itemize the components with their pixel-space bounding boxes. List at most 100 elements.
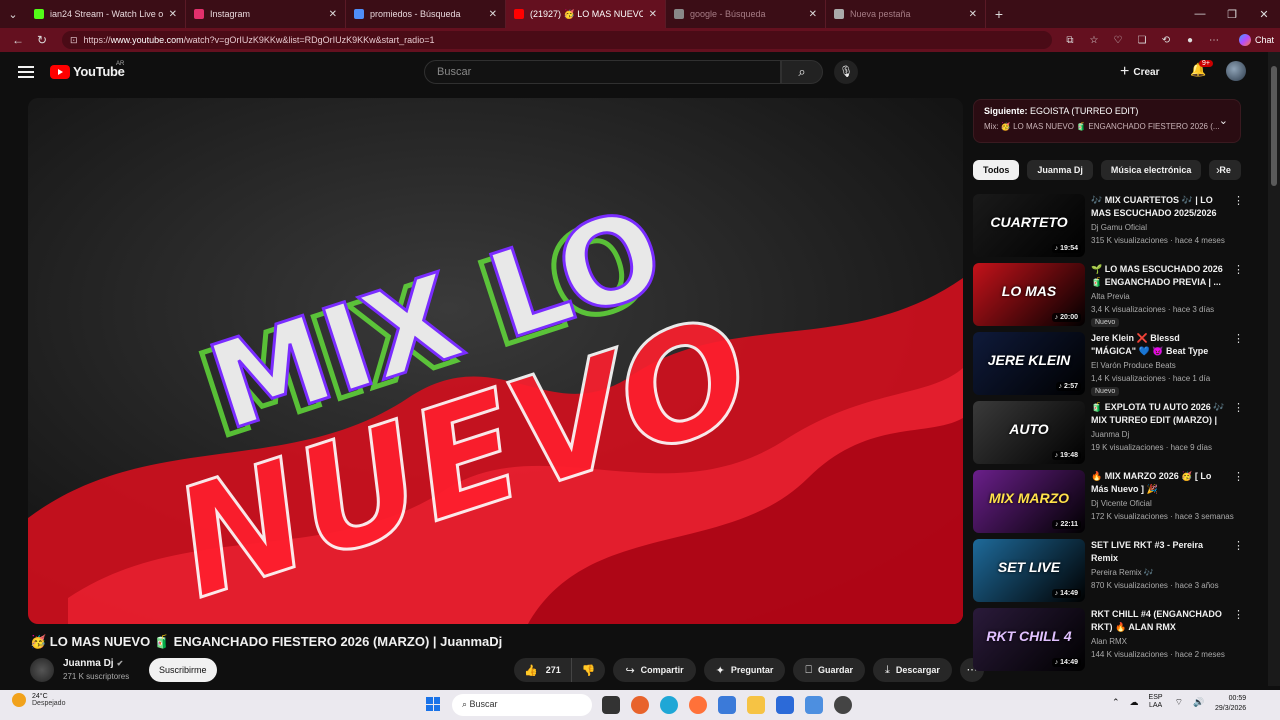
more-vert-icon[interactable]: ⋮ [1233,608,1244,621]
browser-tab[interactable]: (21927) 🥳 LO MAS NUEVO 🧃 ✕ [506,0,666,28]
outlook-icon[interactable] [805,696,823,714]
recommendation-channel[interactable]: Dj Vicente Oficial [1091,499,1152,508]
recommendation-item[interactable]: JERE KLEIN ♪ 2:57 Jere Klein ❌ Blessd "MÁG… [973,332,1244,398]
maximize-icon[interactable]: ❐ [1216,8,1248,21]
extensions-icon[interactable]: ⧉ [1058,35,1082,46]
firefox-icon[interactable] [631,696,649,714]
browser-tab[interactable]: promiedos - Búsqueda ✕ [346,0,506,28]
new-tab-button[interactable]: + [986,6,1012,22]
cloud-icon[interactable]: ☁ [1130,697,1139,708]
more-vert-icon[interactable]: ⋮ [1233,332,1244,345]
filter-chip[interactable]: Re [1209,160,1241,180]
settings-menu-icon[interactable]: ⋯ [1202,35,1226,46]
url-field[interactable]: ⊡ https://www.youtube.com/watch?v=gOrIUz… [62,31,1052,49]
favorites-icon[interactable]: ☆ [1082,35,1106,46]
search-button[interactable]: ⌕ [781,60,823,84]
video-thumbnail[interactable]: SET LIVE ♪ 14:49 [973,539,1085,602]
close-tab-icon[interactable]: ✕ [969,9,977,20]
recommendation-item[interactable]: SET LIVE ♪ 14:49 SET LIVE RKT #3 - Pereira… [973,539,1244,605]
notifications-button[interactable]: 🔔 9+ [1190,60,1213,78]
browser-tab[interactable]: ian24 Stream - Watch Live on Kick ✕ [26,0,186,28]
like-button[interactable]: 👍 271 [514,658,572,682]
chevron-down-icon[interactable]: ⌄ [1219,114,1228,127]
minimize-icon[interactable]: — [1184,8,1216,21]
history-icon[interactable]: ⟲ [1154,35,1178,46]
video-thumbnail[interactable]: LO MAS ♪ 20:00 [973,263,1085,326]
reload-icon[interactable]: ↻ [30,33,54,47]
filter-chip[interactable]: Todos [973,160,1020,180]
video-thumbnail[interactable]: MIX MARZO ♪ 22:11 [973,470,1085,533]
recommendation-item[interactable]: AUTO ♪ 19:48 🧃 EXPLOTA TU AUTO 2026 🎶 MIX … [973,401,1244,467]
chevron-right-icon[interactable]: › [1216,163,1220,177]
file-explorer-icon[interactable] [747,696,765,714]
recommendation-item[interactable]: LO MAS ♪ 20:00 🌱 LO MAS ESCUCHADO 2026 🧃 E… [973,263,1244,329]
download-button[interactable]: ⤓ Descargar [873,658,952,682]
profile-icon[interactable]: ● [1178,35,1202,46]
share-button[interactable]: ↪ Compartir [613,658,696,682]
browser-tab[interactable]: Instagram ✕ [186,0,346,28]
edge-icon[interactable] [660,696,678,714]
filter-chip[interactable]: Juanma Dj [1027,160,1093,180]
wifi-icon[interactable]: ⌔ [1175,697,1183,708]
collections-icon[interactable]: ❏ [1130,35,1154,46]
video-thumbnail[interactable]: CUARTETO ♪ 19:54 [973,194,1085,257]
close-tab-icon[interactable]: ✕ [649,9,657,20]
language-indicator[interactable]: ESP LAA [1149,694,1163,710]
close-tab-icon[interactable]: ✕ [489,9,497,20]
more-vert-icon[interactable]: ⋮ [1233,470,1244,483]
search-input[interactable]: Buscar [424,60,781,84]
taskbar-search[interactable]: ⌕ Buscar [452,694,592,716]
close-tab-icon[interactable]: ✕ [169,9,177,20]
more-vert-icon[interactable]: ⋮ [1233,539,1244,552]
windows-start-icon[interactable] [426,697,440,711]
save-button[interactable]: ⎕ Guardar [793,658,866,682]
browser-tab[interactable]: google - Búsqueda ✕ [666,0,826,28]
close-tab-icon[interactable]: ✕ [329,9,337,20]
recommendation-item[interactable]: CUARTETO ♪ 19:54 🎶 MIX CUARTETOS 🎶 | LO MA… [973,194,1244,260]
recommendation-channel[interactable]: Alan RMX [1091,637,1127,646]
recommendation-channel[interactable]: Juanma Dj [1091,430,1129,439]
browser-essentials-icon[interactable]: ♡ [1106,35,1130,46]
app-icon[interactable] [718,696,736,714]
account-avatar[interactable] [1226,61,1246,81]
volume-icon[interactable]: 🔊 [1193,697,1204,708]
youtube-logo[interactable]: YouTube AR [50,61,125,79]
more-vert-icon[interactable]: ⋮ [1233,194,1244,207]
copilot-chat-button[interactable]: Chat [1238,34,1274,46]
channel-name[interactable]: Juanma Dj ✔ [63,658,123,669]
video-thumbnail[interactable]: JERE KLEIN ♪ 2:57 [973,332,1085,395]
voice-search-button[interactable]: 🎙 [834,60,858,84]
browser-tab[interactable]: Nueva pestaña ✕ [826,0,986,28]
firefox-dev-icon[interactable] [689,696,707,714]
create-button[interactable]: + Crear [1120,62,1159,82]
more-vert-icon[interactable]: ⋮ [1233,401,1244,414]
chevron-up-icon[interactable]: ⌃ [1112,697,1120,708]
up-next-panel[interactable]: Siguiente: EGOISTA (TURREO EDIT) Mix: 🥳 … [973,99,1241,143]
back-icon[interactable]: ← [6,33,30,47]
clock[interactable]: 00:59 29/3/2026 [1215,694,1246,714]
tab-list-chevron-icon[interactable]: ⌄ [0,0,26,28]
channel-avatar[interactable] [30,658,54,682]
filter-chip[interactable]: Música electrónica [1100,160,1202,180]
app-icon-2[interactable] [834,696,852,714]
task-view-icon[interactable] [602,696,620,714]
video-player[interactable]: MIX LO MIX LO NUEVO [28,98,963,624]
recommendation-channel[interactable]: Alta Previa [1091,292,1130,301]
close-tab-icon[interactable]: ✕ [809,9,817,20]
page-scrollbar[interactable] [1268,52,1280,686]
video-thumbnail[interactable]: AUTO ♪ 19:48 [973,401,1085,464]
menu-icon[interactable] [18,66,34,81]
recommendation-channel[interactable]: Pereira Remix 🎶 [1091,568,1154,577]
weather-widget[interactable]: 24°C Despejado [12,693,65,707]
store-icon[interactable] [776,696,794,714]
recommendation-channel[interactable]: El Varón Produce Beats [1091,361,1176,370]
subscribe-button[interactable]: Suscribirme [149,658,217,682]
recommendation-channel[interactable]: Dj Gamu Oficial [1091,223,1147,232]
recommendation-item[interactable]: RKT CHILL 4 ♪ 14:49 RKT CHILL #4 (ENGANCHA… [973,608,1244,674]
more-vert-icon[interactable]: ⋮ [1233,263,1244,276]
ask-button[interactable]: ✦ Preguntar [703,658,786,682]
dislike-button[interactable]: 👎 [572,658,606,682]
video-thumbnail[interactable]: RKT CHILL 4 ♪ 14:49 [973,608,1085,671]
close-window-icon[interactable]: ✕ [1248,8,1280,21]
recommendation-item[interactable]: MIX MARZO ♪ 22:11 🔥 MIX MARZO 2026 🥳 [ Lo … [973,470,1244,536]
